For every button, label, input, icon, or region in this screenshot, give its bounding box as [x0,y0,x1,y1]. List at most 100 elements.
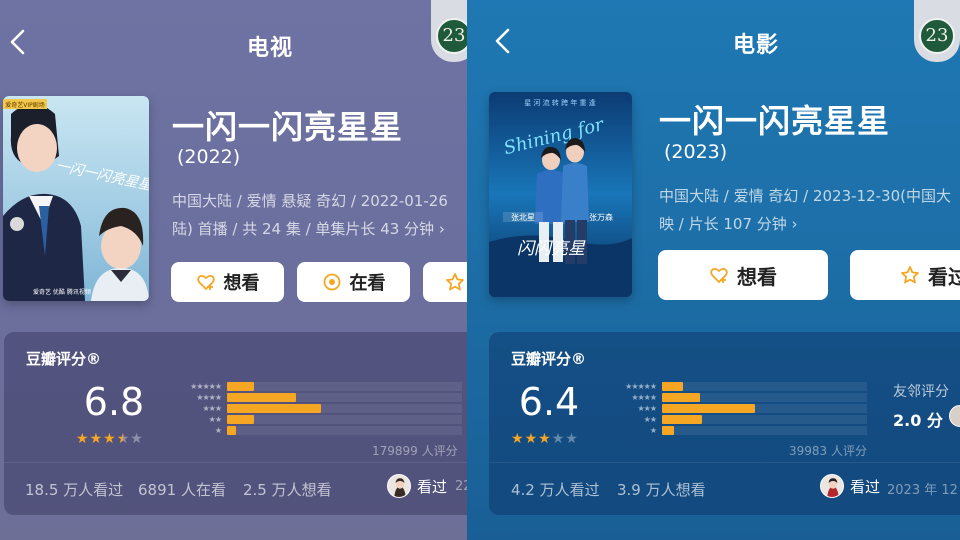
rating-star-icon: ★ [551,431,565,447]
distribution-bar [662,404,756,413]
poster-image[interactable]: 爱奇艺VIP剧场 一闪一闪亮星星 爱奇艺 优酷 腾讯视频 [3,96,149,301]
watched-button[interactable]: 看过 [850,250,960,300]
stat-watching[interactable]: 6891 人在看 [138,479,226,500]
distribution-track [227,393,462,402]
show-title: 一闪一闪亮星星 [172,108,404,146]
poster-corner-badge: 爱奇艺VIP剧场 [5,101,45,109]
rating-star-icon: ★ [116,431,130,447]
avatar [820,474,844,498]
tv-detail-panel: 电视 23 爱奇艺VIP剧场 一闪一闪亮星星 爱奇艺 优酷 腾讯视频 一闪一闪亮… [0,0,467,540]
distribution-track [662,393,867,402]
page-title: 电影 [732,33,779,58]
distribution-bar [227,382,255,391]
distribution-bar [662,426,675,435]
chevron-left-icon [495,28,510,54]
distribution-stars-icon: ★ [649,426,657,435]
show-year: (2022) [177,146,241,168]
rating-star-icon: ★ [130,431,143,447]
distribution-track [662,426,867,435]
distribution-stars-icon: ★★★★ [196,393,222,402]
distribution-stars-icon: ★★ [643,415,657,424]
rating-score: 6.8 [83,380,145,424]
distribution-bar [662,393,700,402]
star-outline-icon [901,266,919,284]
friend-rating-score[interactable]: 2.0 分 [893,407,943,431]
poster-title-art: 闪闪亮星 [517,239,586,259]
rating-stars: ★ ★ ★ ★ ★ [511,432,578,446]
my-watched-status[interactable]: 看过 [820,474,880,498]
poster-tagline: 星 河 流 转 跨 年 重 逢 [524,98,596,107]
distribution-stars-icon: ★★ [208,415,222,424]
poster-art: 爱奇艺VIP剧场 一闪一闪亮星星 爱奇艺 优酷 腾讯视频 [3,96,149,301]
distribution-stars-icon: ★★★★★ [190,382,222,391]
back-button[interactable] [4,22,34,62]
rating-star-icon: ★ [511,431,524,447]
poster-art: 星 河 流 转 跨 年 重 逢 Shining for 张北星 张万森 闪闪亮星 [489,92,632,297]
distribution-track [227,415,462,424]
badge-2023-icon: 23 [436,18,467,54]
distribution-track [662,415,867,424]
movie-year: (2023) [664,141,728,163]
show-meta-more[interactable]: 陆) 首播 / 共 24 集 / 单集片长 43 分钟 › [172,218,445,239]
douban-rating-card: 豆瓣评分® 6.4 ★ ★ ★ ★ ★ ★★★★★ ★★★★ ★★★ ★★ ★ 39983 人评… [489,332,960,515]
page-title: 电视 [246,36,293,61]
friend-avatar[interactable] [949,405,960,427]
stat-watched[interactable]: 4.2 万人看过 [511,479,600,500]
distribution-track [662,404,867,413]
douban-rating-card: 豆瓣评分® 6.8 ★ ★ ★ ★ ★ ★★★★★ ★★★★ ★★★ ★★ ★ 179899 人… [4,332,467,515]
distribution-stars-icon: ★★★ [637,404,657,413]
distribution-bar [662,382,684,391]
distribution-stars-icon: ★★★ [202,404,222,413]
watched-button[interactable] [423,262,467,302]
distribution-stars-icon: ★★★★ [631,393,657,402]
year-badge[interactable]: 23 [914,0,960,62]
avatar [387,474,411,498]
watched-date: 22 [455,479,467,494]
rating-stars: ★ ★ ★ ★ ★ [76,432,143,446]
distribution-track [227,382,462,391]
watched-label: 看过 [928,264,960,289]
movie-meta: 中国大陆 / 爱情 奇幻 / 2023-12-30(中国大 [659,187,951,205]
stat-watched[interactable]: 18.5 万人看过 [25,479,123,500]
distribution-bar [227,415,255,424]
poster-image[interactable]: 星 河 流 转 跨 年 重 逢 Shining for 张北星 张万森 闪闪亮星 [489,92,632,297]
want-to-watch-button[interactable]: 想看 [658,250,828,300]
rating-count: 179899 人评分 [372,444,458,458]
watching-button[interactable]: 在看 [297,262,410,302]
stat-want[interactable]: 3.9 万人想看 [617,479,706,500]
distribution-stars-icon: ★★★★★ [625,382,657,391]
back-button[interactable] [489,22,519,62]
want-to-watch-button[interactable]: 想看 [171,262,284,302]
distribution-bar [662,415,703,424]
target-icon [323,273,340,291]
avatar-portrait-icon [821,475,843,497]
heart-plus-icon [196,274,215,291]
want-to-watch-label: 想看 [737,264,777,289]
rating-score: 6.4 [518,380,580,424]
rating-count: 39983 人评分 [789,444,867,458]
rating-star-icon: ★ [538,431,551,447]
show-meta: 中国大陆 / 爱情 悬疑 奇幻 / 2022-01-26 [172,192,448,210]
friend-rating-label: 友邻评分 [893,384,949,400]
rating-star-icon: ★ [565,431,578,447]
poster-cast-right: 张万森 [589,212,613,222]
my-watched-status[interactable]: 看过 [387,474,447,498]
distribution-bar [227,426,236,435]
card-divider [489,462,960,463]
year-badge[interactable]: 23 [431,0,467,62]
heart-plus-icon [710,267,728,284]
want-to-watch-label: 想看 [223,273,260,294]
poster-cast-left: 张北星 [511,213,535,222]
distribution-bar [227,393,297,402]
distribution-track [227,404,462,413]
star-outline-icon [446,273,464,291]
avatar-portrait-icon [388,475,410,497]
movie-meta-more[interactable]: 映 / 片长 107 分钟 › [659,213,798,234]
rating-label: 豆瓣评分® [511,350,587,368]
watched-label: 看过 [850,477,881,496]
distribution-track [662,382,867,391]
stat-want[interactable]: 2.5 万人想看 [243,479,332,500]
rating-star-icon: ★ [524,431,538,447]
chevron-left-icon [10,29,25,55]
watching-label: 在看 [349,273,386,294]
